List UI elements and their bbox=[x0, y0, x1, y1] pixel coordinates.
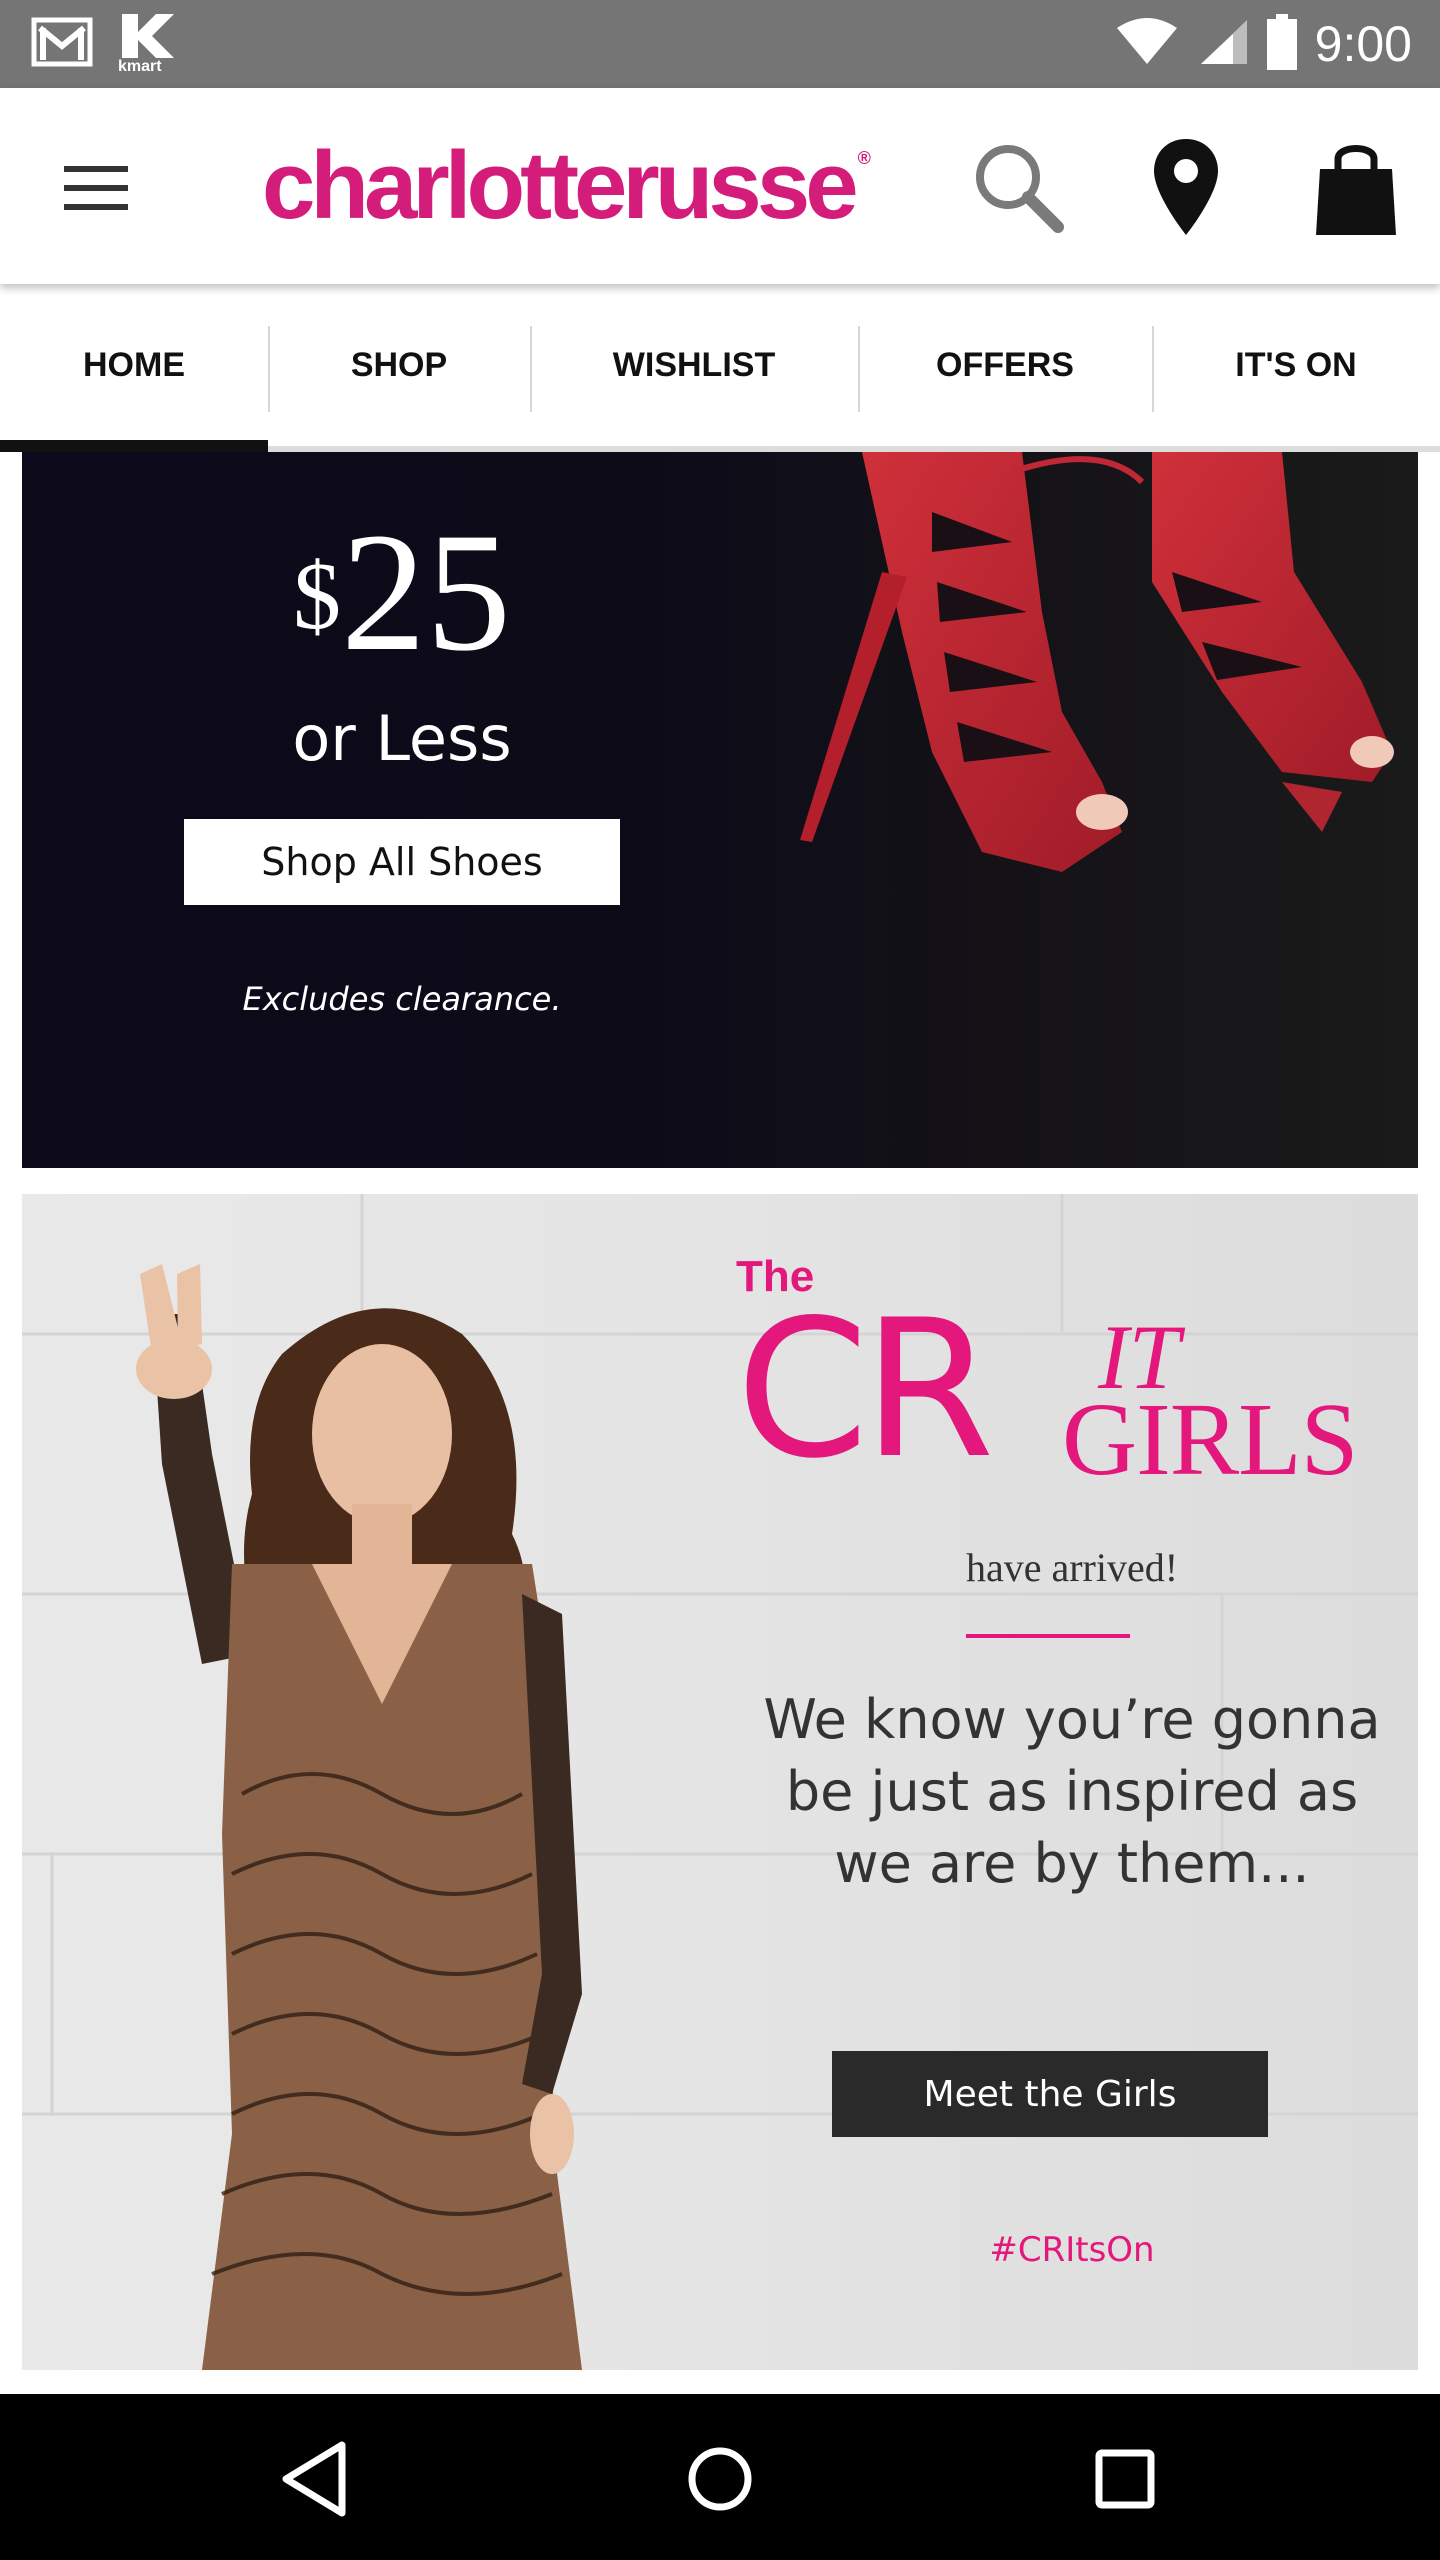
price-amount: 25 bbox=[341, 498, 511, 686]
location-pin-icon bbox=[1154, 139, 1218, 235]
system-nav-bar bbox=[0, 2394, 1440, 2560]
tab-its-on[interactable]: IT'S ON bbox=[1152, 284, 1440, 446]
registered-mark: ® bbox=[857, 148, 871, 168]
campaign-hashtag[interactable]: #CRItsOn bbox=[762, 2230, 1382, 2270]
promo-subtitle: or Less bbox=[292, 702, 512, 775]
meet-the-girls-button[interactable]: Meet the Girls bbox=[832, 2051, 1268, 2137]
tab-bar: HOME SHOP WISHLIST OFFERS IT'S ON bbox=[0, 284, 1440, 452]
back-button[interactable] bbox=[270, 2434, 360, 2524]
menu-button[interactable] bbox=[60, 160, 132, 216]
search-button[interactable] bbox=[968, 132, 1068, 242]
battery-icon bbox=[1266, 13, 1297, 75]
tab-label: OFFERS bbox=[936, 345, 1074, 384]
tab-shop[interactable]: SHOP bbox=[268, 284, 530, 446]
wifi-icon bbox=[1115, 17, 1179, 71]
shoes-promo-banner[interactable]: $25 or Less Shop All Shoes Excludes clea… bbox=[22, 452, 1418, 1168]
campaign-arrived: have arrived! bbox=[965, 1545, 1179, 1590]
tab-label: IT'S ON bbox=[1235, 345, 1357, 384]
home-icon bbox=[688, 2447, 752, 2511]
search-icon bbox=[976, 145, 1064, 233]
recents-button[interactable] bbox=[1080, 2434, 1170, 2524]
shopping-bag-button[interactable] bbox=[1306, 132, 1406, 242]
it-girls-promo-banner[interactable]: The CR IT GIRLS have arrived! We know yo… bbox=[22, 1194, 1418, 2370]
brand-name: charlotterusse bbox=[262, 132, 859, 239]
menu-icon bbox=[64, 166, 128, 210]
model-photo bbox=[136, 1264, 582, 2370]
campaign-message: We know you’re gonna be just as inspired… bbox=[763, 1688, 1381, 1895]
clock: 9:00 bbox=[1314, 16, 1412, 72]
kmart-label: kmart bbox=[118, 58, 162, 75]
red-heels-image bbox=[800, 452, 1394, 872]
campaign-cr: CR bbox=[736, 1279, 995, 1500]
promo-price: $25 bbox=[22, 502, 782, 682]
status-bar: kmart 9:00 bbox=[0, 0, 1440, 88]
campaign-girls: GIRLS bbox=[1062, 1382, 1358, 1497]
kmart-icon: kmart bbox=[116, 12, 180, 76]
app-header: charlotterusse ® bbox=[0, 88, 1440, 284]
gmail-icon bbox=[30, 14, 94, 75]
signal-icon bbox=[1197, 18, 1249, 71]
brand-logo[interactable]: charlotterusse ® bbox=[262, 126, 871, 246]
divider bbox=[966, 1634, 1130, 1638]
recents-icon bbox=[1095, 2449, 1155, 2509]
tab-label: SHOP bbox=[350, 345, 448, 384]
tab-label: WISHLIST bbox=[612, 345, 776, 384]
tab-wishlist[interactable]: WISHLIST bbox=[530, 284, 858, 446]
price-currency: $ bbox=[293, 542, 341, 649]
store-locator-button[interactable] bbox=[1136, 132, 1236, 242]
tab-offers[interactable]: OFFERS bbox=[858, 284, 1152, 446]
shopping-bag-icon bbox=[1316, 145, 1396, 235]
promo-disclaimer: Excludes clearance. bbox=[242, 980, 562, 1018]
shop-all-shoes-button[interactable]: Shop All Shoes bbox=[184, 819, 620, 905]
back-icon bbox=[282, 2441, 346, 2517]
tab-home[interactable]: HOME bbox=[0, 284, 268, 452]
home-button[interactable] bbox=[675, 2434, 765, 2524]
tab-label: HOME bbox=[83, 345, 185, 384]
